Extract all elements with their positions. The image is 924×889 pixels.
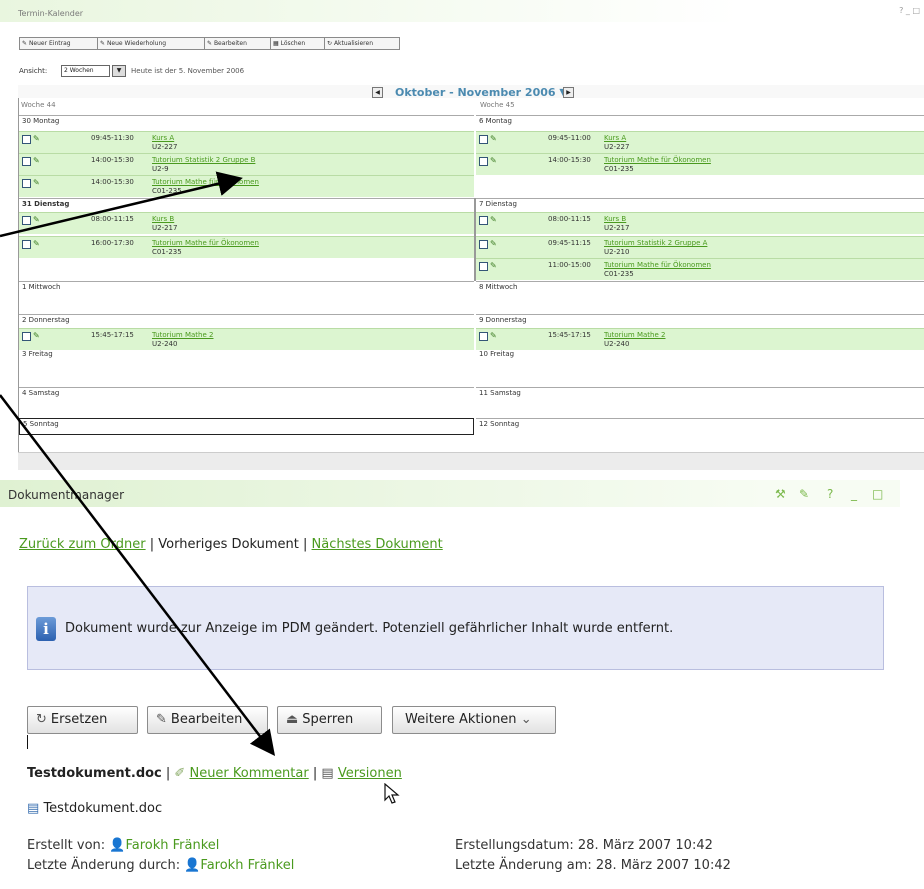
annotation-arrow xyxy=(0,171,243,238)
annotation-arrow xyxy=(0,394,276,756)
annotation-arrows xyxy=(0,171,276,756)
